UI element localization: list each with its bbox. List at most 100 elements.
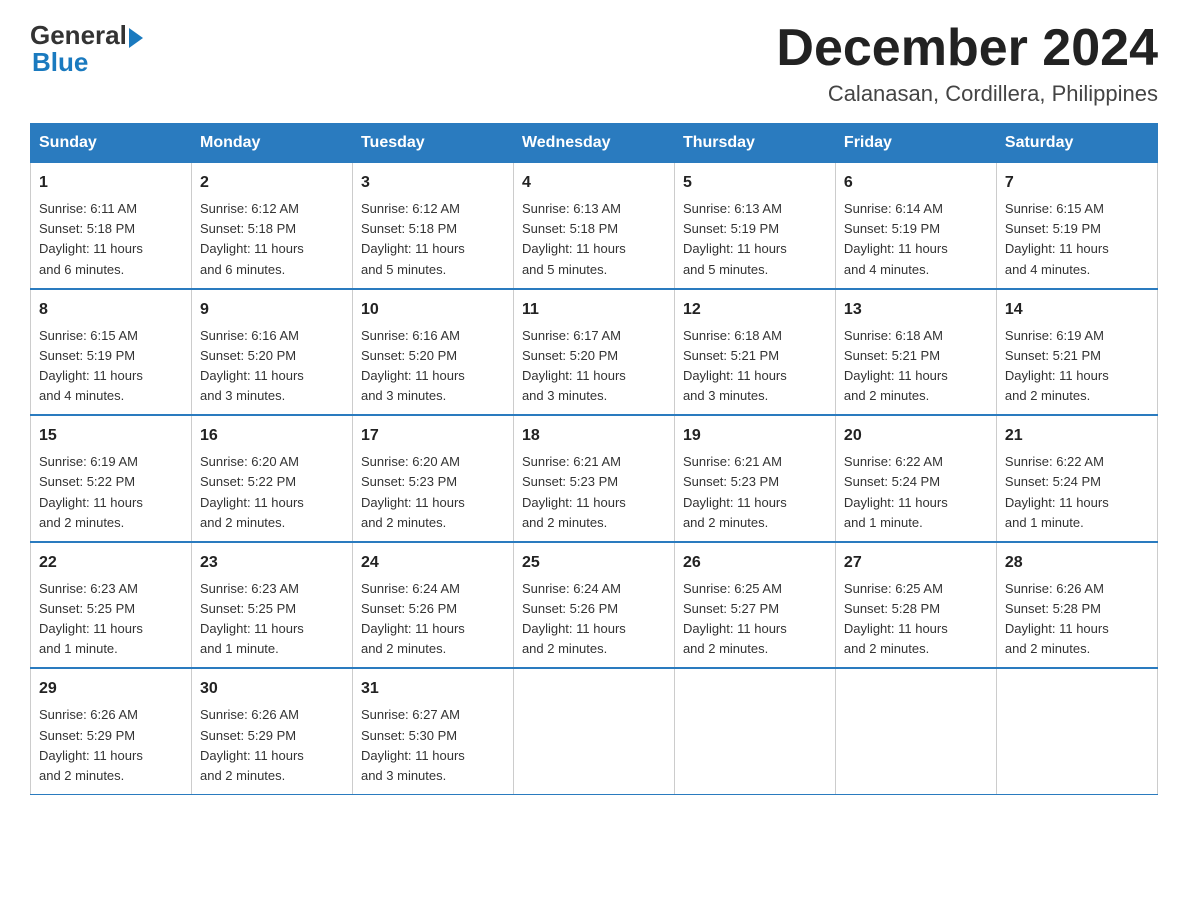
calendar-week-row: 8 Sunrise: 6:15 AMSunset: 5:19 PMDayligh… [31,289,1158,416]
day-info: Sunrise: 6:25 AMSunset: 5:28 PMDaylight:… [844,581,948,656]
calendar-cell: 26 Sunrise: 6:25 AMSunset: 5:27 PMDaylig… [674,542,835,669]
calendar-cell: 9 Sunrise: 6:16 AMSunset: 5:20 PMDayligh… [191,289,352,416]
page-header: General Blue December 2024 Calanasan, Co… [30,20,1158,107]
day-info: Sunrise: 6:24 AMSunset: 5:26 PMDaylight:… [361,581,465,656]
calendar-cell: 24 Sunrise: 6:24 AMSunset: 5:26 PMDaylig… [352,542,513,669]
day-number: 24 [361,551,505,575]
day-number: 9 [200,298,344,322]
day-number: 14 [1005,298,1149,322]
day-number: 6 [844,171,988,195]
day-number: 2 [200,171,344,195]
day-info: Sunrise: 6:24 AMSunset: 5:26 PMDaylight:… [522,581,626,656]
calendar-cell: 20 Sunrise: 6:22 AMSunset: 5:24 PMDaylig… [835,415,996,542]
day-number: 15 [39,424,183,448]
day-number: 27 [844,551,988,575]
calendar-cell: 17 Sunrise: 6:20 AMSunset: 5:23 PMDaylig… [352,415,513,542]
day-info: Sunrise: 6:23 AMSunset: 5:25 PMDaylight:… [200,581,304,656]
day-info: Sunrise: 6:22 AMSunset: 5:24 PMDaylight:… [1005,454,1109,529]
calendar-cell: 31 Sunrise: 6:27 AMSunset: 5:30 PMDaylig… [352,668,513,794]
calendar-cell: 7 Sunrise: 6:15 AMSunset: 5:19 PMDayligh… [996,163,1157,289]
day-number: 22 [39,551,183,575]
day-of-week-header: Saturday [996,124,1157,163]
calendar-cell: 4 Sunrise: 6:13 AMSunset: 5:18 PMDayligh… [513,163,674,289]
calendar-cell: 25 Sunrise: 6:24 AMSunset: 5:26 PMDaylig… [513,542,674,669]
calendar-cell [996,668,1157,794]
calendar-week-row: 22 Sunrise: 6:23 AMSunset: 5:25 PMDaylig… [31,542,1158,669]
day-number: 5 [683,171,827,195]
calendar-week-row: 15 Sunrise: 6:19 AMSunset: 5:22 PMDaylig… [31,415,1158,542]
day-of-week-header: Tuesday [352,124,513,163]
day-number: 23 [200,551,344,575]
day-info: Sunrise: 6:17 AMSunset: 5:20 PMDaylight:… [522,328,626,403]
day-number: 12 [683,298,827,322]
day-info: Sunrise: 6:21 AMSunset: 5:23 PMDaylight:… [522,454,626,529]
calendar-cell: 11 Sunrise: 6:17 AMSunset: 5:20 PMDaylig… [513,289,674,416]
day-of-week-header: Wednesday [513,124,674,163]
calendar-cell: 12 Sunrise: 6:18 AMSunset: 5:21 PMDaylig… [674,289,835,416]
calendar-cell: 14 Sunrise: 6:19 AMSunset: 5:21 PMDaylig… [996,289,1157,416]
calendar-cell [674,668,835,794]
day-info: Sunrise: 6:26 AMSunset: 5:28 PMDaylight:… [1005,581,1109,656]
day-info: Sunrise: 6:18 AMSunset: 5:21 PMDaylight:… [683,328,787,403]
calendar-week-row: 29 Sunrise: 6:26 AMSunset: 5:29 PMDaylig… [31,668,1158,794]
day-number: 16 [200,424,344,448]
day-number: 29 [39,677,183,701]
day-number: 25 [522,551,666,575]
day-info: Sunrise: 6:27 AMSunset: 5:30 PMDaylight:… [361,707,465,782]
calendar-cell: 10 Sunrise: 6:16 AMSunset: 5:20 PMDaylig… [352,289,513,416]
calendar-cell [513,668,674,794]
calendar-cell: 22 Sunrise: 6:23 AMSunset: 5:25 PMDaylig… [31,542,192,669]
calendar-cell: 28 Sunrise: 6:26 AMSunset: 5:28 PMDaylig… [996,542,1157,669]
day-info: Sunrise: 6:13 AMSunset: 5:18 PMDaylight:… [522,201,626,276]
calendar-cell: 1 Sunrise: 6:11 AMSunset: 5:18 PMDayligh… [31,163,192,289]
logo-arrow-icon [129,28,143,48]
day-info: Sunrise: 6:16 AMSunset: 5:20 PMDaylight:… [361,328,465,403]
day-number: 10 [361,298,505,322]
day-number: 3 [361,171,505,195]
day-info: Sunrise: 6:11 AMSunset: 5:18 PMDaylight:… [39,201,143,276]
day-info: Sunrise: 6:23 AMSunset: 5:25 PMDaylight:… [39,581,143,656]
day-number: 30 [200,677,344,701]
calendar-cell: 21 Sunrise: 6:22 AMSunset: 5:24 PMDaylig… [996,415,1157,542]
day-info: Sunrise: 6:26 AMSunset: 5:29 PMDaylight:… [200,707,304,782]
day-number: 31 [361,677,505,701]
day-info: Sunrise: 6:15 AMSunset: 5:19 PMDaylight:… [1005,201,1109,276]
day-number: 1 [39,171,183,195]
day-number: 11 [522,298,666,322]
day-info: Sunrise: 6:20 AMSunset: 5:22 PMDaylight:… [200,454,304,529]
day-of-week-header: Sunday [31,124,192,163]
logo: General Blue [30,20,143,78]
calendar-cell: 18 Sunrise: 6:21 AMSunset: 5:23 PMDaylig… [513,415,674,542]
day-number: 17 [361,424,505,448]
day-number: 4 [522,171,666,195]
day-info: Sunrise: 6:18 AMSunset: 5:21 PMDaylight:… [844,328,948,403]
calendar-week-row: 1 Sunrise: 6:11 AMSunset: 5:18 PMDayligh… [31,163,1158,289]
day-number: 28 [1005,551,1149,575]
day-info: Sunrise: 6:19 AMSunset: 5:22 PMDaylight:… [39,454,143,529]
calendar-cell: 27 Sunrise: 6:25 AMSunset: 5:28 PMDaylig… [835,542,996,669]
day-info: Sunrise: 6:14 AMSunset: 5:19 PMDaylight:… [844,201,948,276]
day-info: Sunrise: 6:25 AMSunset: 5:27 PMDaylight:… [683,581,787,656]
calendar-cell: 8 Sunrise: 6:15 AMSunset: 5:19 PMDayligh… [31,289,192,416]
day-number: 8 [39,298,183,322]
calendar-cell: 23 Sunrise: 6:23 AMSunset: 5:25 PMDaylig… [191,542,352,669]
month-title: December 2024 [776,20,1158,77]
day-of-week-header: Thursday [674,124,835,163]
day-of-week-header: Friday [835,124,996,163]
day-info: Sunrise: 6:12 AMSunset: 5:18 PMDaylight:… [200,201,304,276]
day-number: 18 [522,424,666,448]
calendar-header-row: SundayMondayTuesdayWednesdayThursdayFrid… [31,124,1158,163]
day-info: Sunrise: 6:15 AMSunset: 5:19 PMDaylight:… [39,328,143,403]
day-number: 20 [844,424,988,448]
calendar-cell [835,668,996,794]
calendar-cell: 30 Sunrise: 6:26 AMSunset: 5:29 PMDaylig… [191,668,352,794]
day-number: 21 [1005,424,1149,448]
calendar-cell: 3 Sunrise: 6:12 AMSunset: 5:18 PMDayligh… [352,163,513,289]
day-number: 13 [844,298,988,322]
calendar-cell: 29 Sunrise: 6:26 AMSunset: 5:29 PMDaylig… [31,668,192,794]
calendar-cell: 13 Sunrise: 6:18 AMSunset: 5:21 PMDaylig… [835,289,996,416]
day-info: Sunrise: 6:20 AMSunset: 5:23 PMDaylight:… [361,454,465,529]
day-number: 7 [1005,171,1149,195]
day-info: Sunrise: 6:13 AMSunset: 5:19 PMDaylight:… [683,201,787,276]
calendar-cell: 6 Sunrise: 6:14 AMSunset: 5:19 PMDayligh… [835,163,996,289]
